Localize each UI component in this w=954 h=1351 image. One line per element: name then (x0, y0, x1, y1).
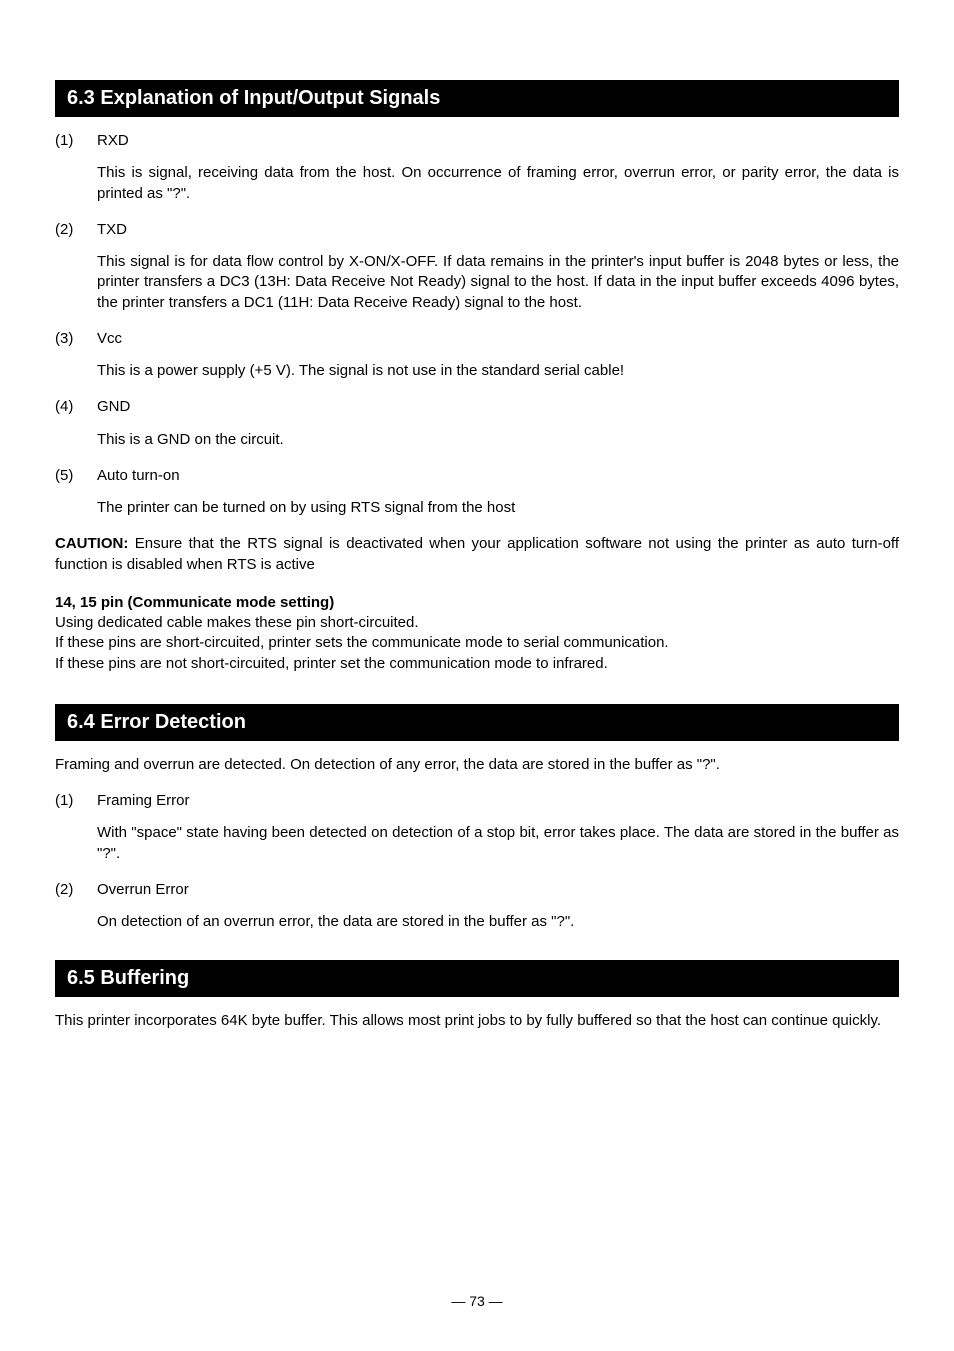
section-6-4: 6.4 Error Detection Framing and overrun … (55, 704, 899, 933)
item-title: Vcc (97, 329, 899, 349)
item-overrun-error: (2) Overrun Error On detection of an ove… (55, 880, 899, 933)
caution-label: CAUTION: (55, 535, 128, 552)
pins-line: If these pins are short-circuited, print… (55, 633, 899, 653)
item-auto-turn-on: (5) Auto turn-on The printer can be turn… (55, 466, 899, 519)
item-number: (1) (55, 791, 97, 811)
item-number: (2) (55, 220, 97, 240)
section-6-5-body: This printer incorporates 64K byte buffe… (55, 1011, 899, 1031)
section-6-3: 6.3 Explanation of Input/Output Signals … (55, 80, 899, 674)
item-number: (4) (55, 397, 97, 417)
item-number: (3) (55, 329, 97, 349)
section-6-3-header: 6.3 Explanation of Input/Output Signals (55, 80, 899, 117)
item-title: TXD (97, 220, 899, 240)
page-number: — 73 — (0, 1292, 954, 1311)
pins-title: 14, 15 pin (Communicate mode setting) (55, 593, 899, 613)
pins-block: 14, 15 pin (Communicate mode setting) Us… (55, 593, 899, 674)
caution-block: CAUTION: Ensure that the RTS signal is d… (55, 534, 899, 575)
section-6-4-header: 6.4 Error Detection (55, 704, 899, 741)
item-title: Overrun Error (97, 880, 899, 900)
item-body: On detection of an overrun error, the da… (97, 912, 899, 932)
pins-line: If these pins are not short-circuited, p… (55, 654, 899, 674)
item-body: With "space" state having been detected … (97, 823, 899, 864)
item-number: (5) (55, 466, 97, 486)
item-body: The printer can be turned on by using RT… (97, 498, 899, 518)
item-gnd: (4) GND This is a GND on the circuit. (55, 397, 899, 450)
item-body: This is a GND on the circuit. (97, 430, 899, 450)
section-6-5: 6.5 Buffering This printer incorporates … (55, 960, 899, 1031)
item-title: GND (97, 397, 899, 417)
item-number: (2) (55, 880, 97, 900)
item-title: Auto turn-on (97, 466, 899, 486)
item-body: This is a power supply (+5 V). The signa… (97, 361, 899, 381)
item-title: RXD (97, 131, 899, 151)
section-6-5-header: 6.5 Buffering (55, 960, 899, 997)
item-number: (1) (55, 131, 97, 151)
pins-line: Using dedicated cable makes these pin sh… (55, 613, 899, 633)
item-rxd: (1) RXD This is signal, receiving data f… (55, 131, 899, 204)
item-title: Framing Error (97, 791, 899, 811)
caution-text: Ensure that the RTS signal is deactivate… (55, 535, 899, 572)
section-6-4-intro: Framing and overrun are detected. On det… (55, 755, 899, 775)
item-body: This signal is for data flow control by … (97, 252, 899, 313)
item-framing-error: (1) Framing Error With "space" state hav… (55, 791, 899, 864)
item-vcc: (3) Vcc This is a power supply (+5 V). T… (55, 329, 899, 382)
item-body: This is signal, receiving data from the … (97, 163, 899, 204)
item-txd: (2) TXD This signal is for data flow con… (55, 220, 899, 313)
